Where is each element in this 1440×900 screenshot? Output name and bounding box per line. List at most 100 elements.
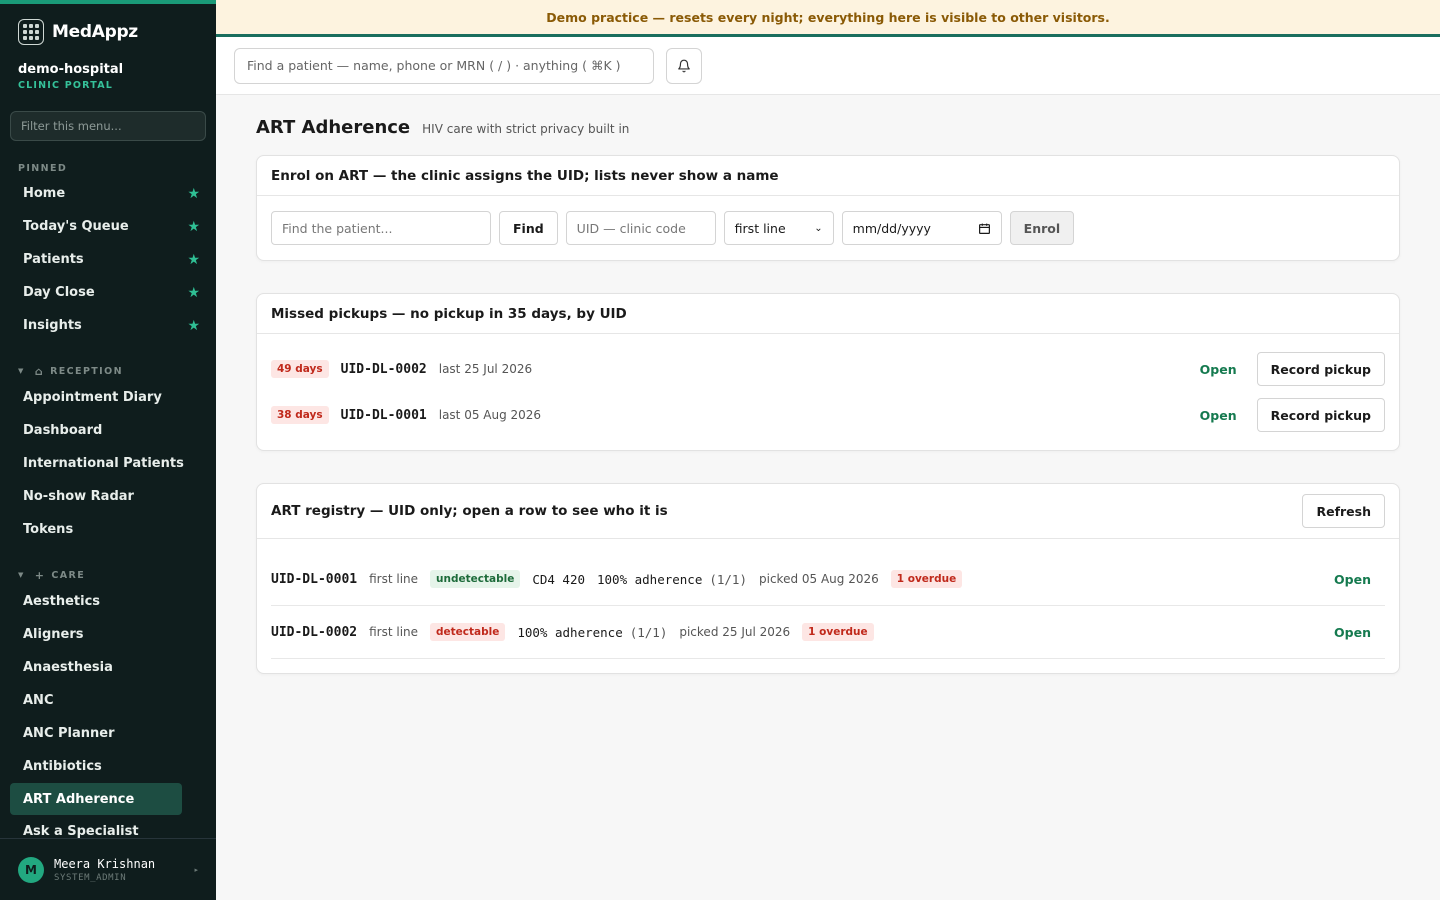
star-icon[interactable]: ★	[187, 285, 200, 301]
page-header: ART Adherence HIV care with strict priva…	[256, 117, 1400, 143]
sidebar-item-label: Aesthetics	[23, 594, 101, 609]
viral-status-badge: detectable	[430, 623, 506, 641]
star-icon[interactable]: ★	[187, 186, 200, 202]
chevron-right-icon: ▸	[194, 865, 198, 874]
caret-down-icon: ▼	[18, 367, 25, 375]
uid-label: UID-DL-0001	[340, 407, 427, 423]
user-name: Meera Krishnan	[54, 856, 156, 871]
open-link[interactable]: Open	[1200, 408, 1237, 423]
adherence-ratio: (1/1)	[709, 571, 747, 587]
enrol-button[interactable]: Enrol	[1009, 211, 1075, 245]
uid-input[interactable]: UID — clinic code	[565, 211, 716, 245]
sidebar-item-label: Today's Queue	[23, 219, 129, 234]
menu-filter-input[interactable]	[21, 119, 195, 133]
start-date-input[interactable]: mm/dd/yyyy	[841, 211, 1002, 245]
star-icon[interactable]: ★	[187, 252, 200, 268]
user-menu[interactable]: M Meera Krishnan SYSTEM_ADMIN ▸	[0, 838, 216, 900]
start-date-value: mm/dd/yyyy	[852, 220, 931, 236]
missed-pickups-title: Missed pickups — no pickup in 35 days, b…	[257, 294, 1399, 334]
table-row[interactable]: UID-DL-0002 first line detectable 100% a…	[271, 606, 1385, 659]
section-care-toggle[interactable]: ▼ + CARE	[0, 568, 216, 582]
refresh-button[interactable]: Refresh	[1302, 494, 1385, 528]
enrol-form: Find the patient... Find UID — clinic co…	[257, 196, 1399, 260]
sidebar-item-dashboard[interactable]: Dashboard	[0, 414, 216, 447]
sidebar-item-anc[interactable]: ANC	[0, 684, 216, 717]
sidebar-item-label: Aligners	[23, 627, 84, 642]
sidebar-item-day-close[interactable]: Day Close ★	[0, 276, 216, 309]
section-reception-toggle[interactable]: ▼ ⌂ RECEPTION	[0, 364, 216, 378]
adherence-value: 100% adherence	[597, 571, 703, 587]
art-registry-card: ART registry — UID only; open a row to s…	[256, 483, 1400, 674]
bell-icon	[678, 59, 690, 72]
calendar-icon[interactable]	[978, 222, 991, 235]
sidebar-item-anaesthesia[interactable]: Anaesthesia	[0, 651, 216, 684]
adherence-ratio: (1/1)	[629, 624, 668, 640]
org-name: demo-hospital	[18, 62, 124, 77]
page-subtitle: HIV care with strict privacy built in	[422, 122, 630, 136]
home-icon: ⌂	[34, 364, 45, 378]
patient-search-input[interactable]	[247, 58, 641, 73]
star-icon[interactable]: ★	[187, 219, 200, 235]
sidebar-item-label: Insights	[23, 318, 82, 333]
section-care-label: CARE	[51, 569, 86, 581]
sidebar-item-aesthetics[interactable]: Aesthetics	[0, 585, 216, 618]
viral-status-badge: undetectable	[430, 570, 521, 588]
patient-find-input[interactable]: Find the patient...	[271, 211, 491, 245]
picked-date: picked 05 Aug 2026	[759, 572, 879, 586]
demo-banner: Demo practice — resets every night; ever…	[216, 0, 1440, 37]
uid-label: UID-DL-0002	[271, 624, 358, 640]
regimen-select-value: first line	[734, 220, 786, 236]
last-pickup: last 05 Aug 2026	[438, 408, 542, 422]
open-link[interactable]: Open	[1200, 362, 1237, 377]
missed-pickups-card: Missed pickups — no pickup in 35 days, b…	[256, 293, 1400, 451]
open-link[interactable]: Open	[1334, 572, 1371, 587]
sidebar-item-label: ANC Planner	[23, 726, 115, 741]
user-role: SYSTEM_ADMIN	[54, 872, 127, 883]
picked-date: picked 25 Jul 2026	[679, 625, 791, 639]
sidebar-item-label: No-show Radar	[23, 489, 134, 504]
uid-label: UID-DL-0001	[271, 571, 358, 587]
main-content: ART Adherence HIV care with strict priva…	[256, 95, 1400, 674]
caret-down-icon: ▼	[18, 571, 25, 579]
record-pickup-button[interactable]: Record pickup	[1256, 352, 1385, 386]
regimen-select[interactable]: first line ⌄	[723, 211, 834, 245]
sidebar-item-international-patients[interactable]: International Patients	[0, 447, 216, 480]
sidebar-item-label: Ask a Specialist	[23, 824, 139, 839]
art-registry-title: ART registry — UID only; open a row to s…	[271, 503, 668, 519]
page-title: ART Adherence	[256, 117, 411, 138]
days-badge: 38 days	[271, 406, 329, 424]
sidebar-item-label: Antibiotics	[23, 759, 102, 774]
sidebar-item-no-show-radar[interactable]: No-show Radar	[0, 480, 216, 513]
notifications-button[interactable]	[666, 47, 702, 84]
menu-filter[interactable]	[10, 111, 206, 141]
sidebar-item-insights[interactable]: Insights ★	[0, 309, 216, 342]
sidebar-item-antibiotics[interactable]: Antibiotics	[0, 750, 216, 783]
org-subtitle: CLINIC PORTAL	[18, 80, 114, 91]
sidebar-item-home[interactable]: Home ★	[0, 177, 216, 210]
find-button[interactable]: Find	[499, 211, 558, 245]
app-name: MedAppz	[52, 22, 138, 42]
chevron-down-icon: ⌄	[814, 222, 823, 234]
sidebar-item-art-adherence[interactable]: ART Adherence	[10, 783, 182, 815]
star-icon[interactable]: ★	[187, 318, 200, 334]
regimen-line: first line	[369, 572, 419, 586]
last-pickup: last 25 Jul 2026	[438, 362, 533, 376]
sidebar-item-label: Appointment Diary	[23, 390, 162, 405]
sidebar-item-patients[interactable]: Patients ★	[0, 243, 216, 276]
table-row[interactable]: UID-DL-0001 first line undetectable CD4 …	[271, 553, 1385, 606]
open-link[interactable]: Open	[1334, 625, 1371, 640]
sidebar-item-aligners[interactable]: Aligners	[0, 618, 216, 651]
sidebar-item-tokens[interactable]: Tokens	[0, 513, 216, 546]
record-pickup-button[interactable]: Record pickup	[1256, 398, 1385, 432]
overdue-badge: 1 overdue	[802, 623, 874, 641]
enrol-card-title: Enrol on ART — the clinic assigns the UI…	[257, 156, 1399, 196]
brand[interactable]: MedAppz	[0, 4, 216, 60]
sidebar-item-appointment-diary[interactable]: Appointment Diary	[0, 381, 216, 414]
org-info: demo-hospital CLINIC PORTAL	[0, 60, 216, 91]
sidebar-item-anc-planner[interactable]: ANC Planner	[0, 717, 216, 750]
patient-search[interactable]	[234, 47, 654, 84]
sidebar-item-label: International Patients	[23, 456, 184, 471]
section-reception-label: RECEPTION	[50, 365, 123, 377]
sidebar-item-label: ART Adherence	[23, 791, 135, 807]
sidebar-item-todays-queue[interactable]: Today's Queue ★	[0, 210, 216, 243]
